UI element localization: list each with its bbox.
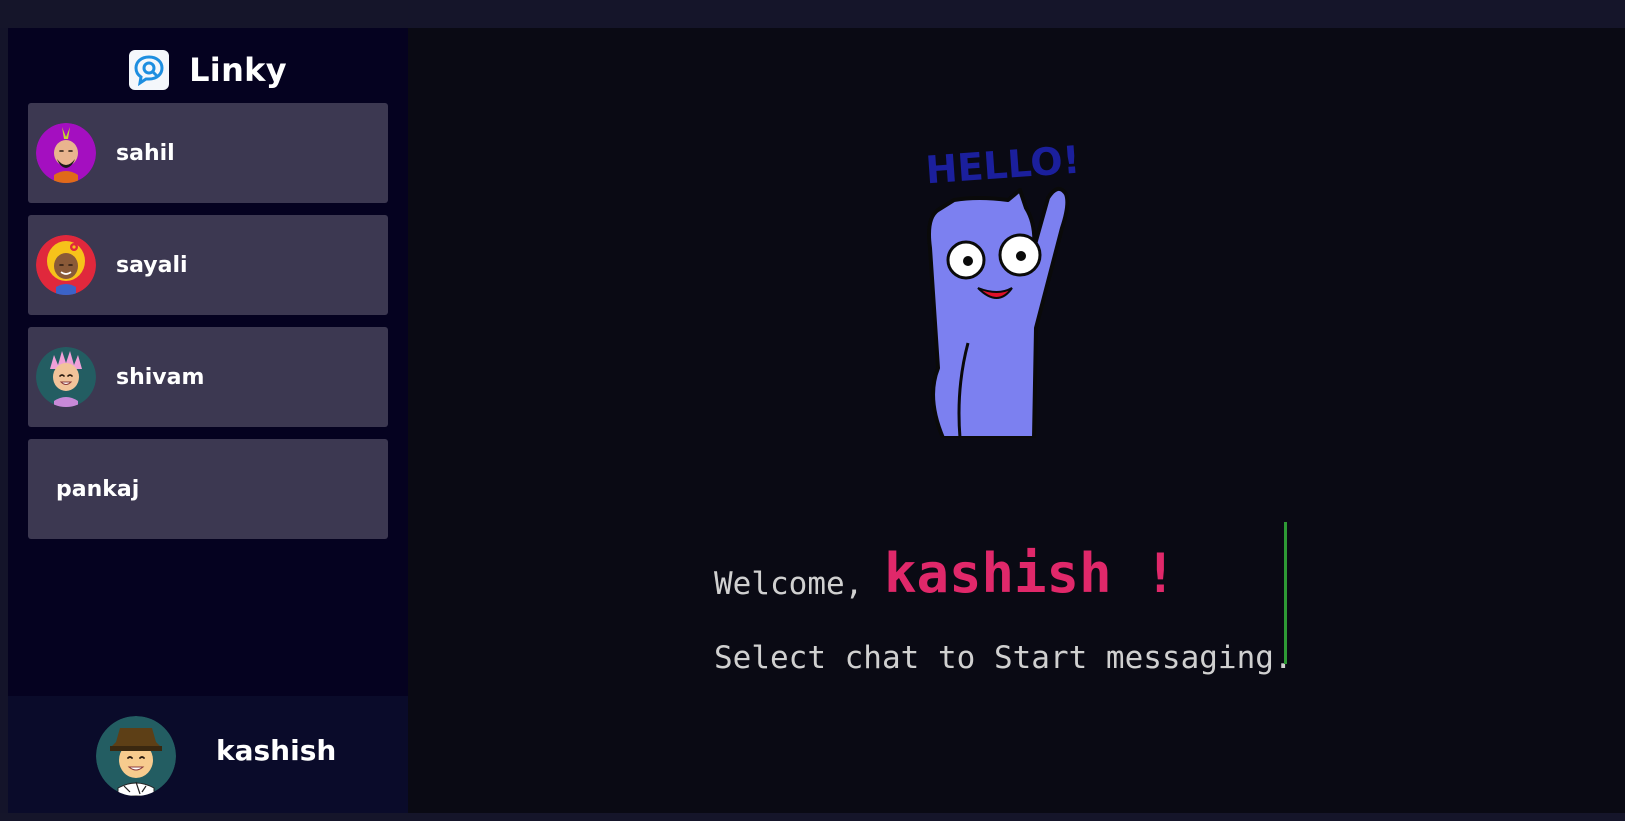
select-chat-prompt: Select chat to Start messaging. bbox=[714, 640, 1293, 676]
chat-name-shivam: shivam bbox=[116, 364, 205, 390]
welcome-username: kashish ! bbox=[884, 542, 1177, 605]
chat-item-shivam[interactable]: shivam bbox=[28, 327, 388, 427]
app-title: Linky bbox=[189, 51, 287, 89]
chat-name-sahil: sahil bbox=[116, 140, 175, 166]
linky-logo-icon bbox=[129, 50, 170, 90]
brand-header: Linky bbox=[8, 44, 408, 96]
current-user-name: kashish bbox=[216, 734, 337, 767]
welcome-word: Welcome, bbox=[714, 566, 864, 602]
window-bottom-bar bbox=[0, 813, 1625, 821]
avatar-sahil bbox=[36, 123, 96, 183]
typing-cursor-prompt bbox=[1284, 614, 1287, 664]
chat-item-pankaj[interactable]: pankaj bbox=[28, 439, 388, 539]
typing-cursor-welcome bbox=[1284, 522, 1287, 614]
sticker-text: HELLO! bbox=[924, 138, 1081, 192]
sidebar: Linky sahil sayali shivam pankaj kashish bbox=[8, 28, 408, 813]
window-top-bar bbox=[0, 0, 1625, 28]
welcome-heading: Welcome, kashish ! bbox=[714, 528, 1294, 618]
chat-name-sayali: sayali bbox=[116, 252, 188, 278]
chat-item-sahil[interactable]: sahil bbox=[28, 103, 388, 203]
avatar-kashish bbox=[96, 716, 176, 796]
avatar-sayali bbox=[36, 235, 96, 295]
avatar-shivam bbox=[36, 347, 96, 407]
chat-item-sayali[interactable]: sayali bbox=[28, 215, 388, 315]
current-user-panel[interactable]: kashish bbox=[8, 696, 408, 813]
hello-cat-sticker-icon: HELLO! bbox=[908, 138, 1098, 440]
main-panel: HELLO! Welcome, kashish ! Select chat to… bbox=[408, 28, 1625, 813]
chat-name-pankaj: pankaj bbox=[56, 476, 140, 502]
